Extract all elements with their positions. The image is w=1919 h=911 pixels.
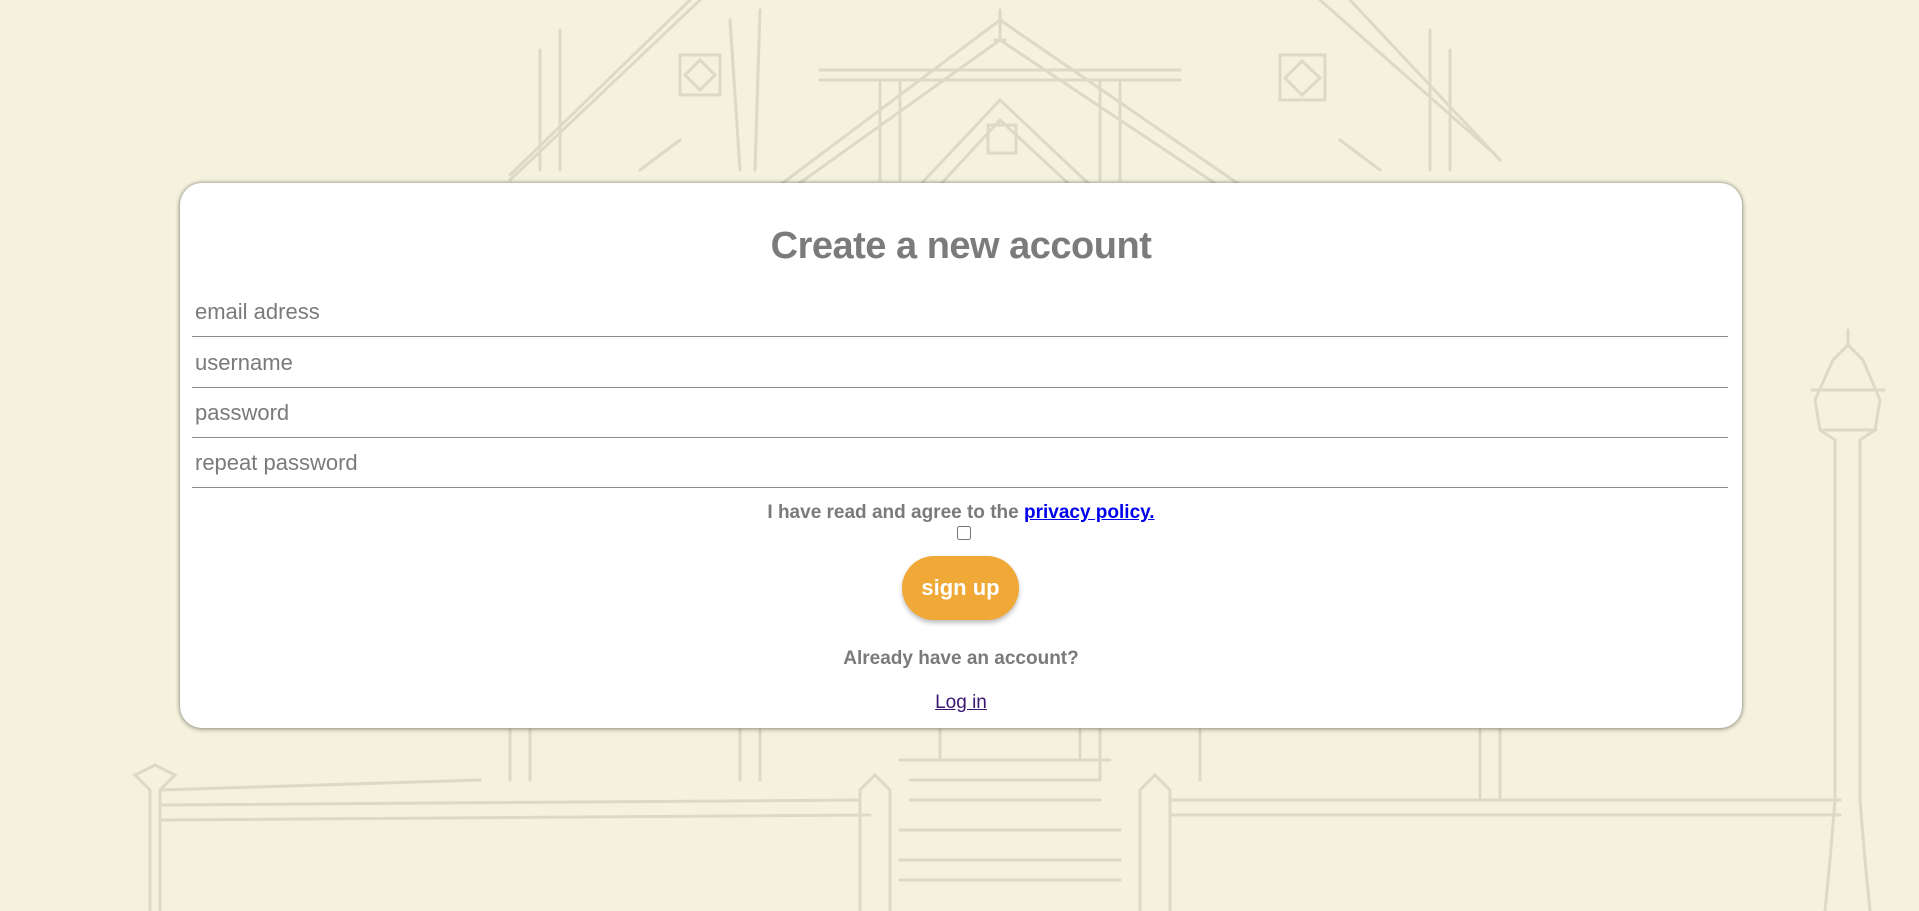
password-field[interactable] [192, 388, 1728, 438]
repeat-password-field[interactable] [192, 438, 1728, 488]
page-title: Create a new account [770, 225, 1152, 267]
privacy-agree-checkbox[interactable] [957, 526, 971, 540]
agree-label: I have read and agree to the [767, 502, 1024, 523]
sign-up-button[interactable]: sign up [902, 556, 1019, 620]
login-link-container: Log in [180, 692, 1742, 714]
signup-card: Create a new account I have read and agr… [180, 183, 1742, 728]
privacy-agreement-text: I have read and agree to the privacy pol… [180, 502, 1742, 524]
log-in-link[interactable]: Log in [935, 692, 987, 713]
username-field[interactable] [192, 338, 1728, 388]
email-field[interactable] [192, 287, 1728, 337]
already-have-account-text: Already have an account? [843, 648, 1079, 669]
privacy-policy-link[interactable]: privacy policy. [1024, 502, 1155, 523]
